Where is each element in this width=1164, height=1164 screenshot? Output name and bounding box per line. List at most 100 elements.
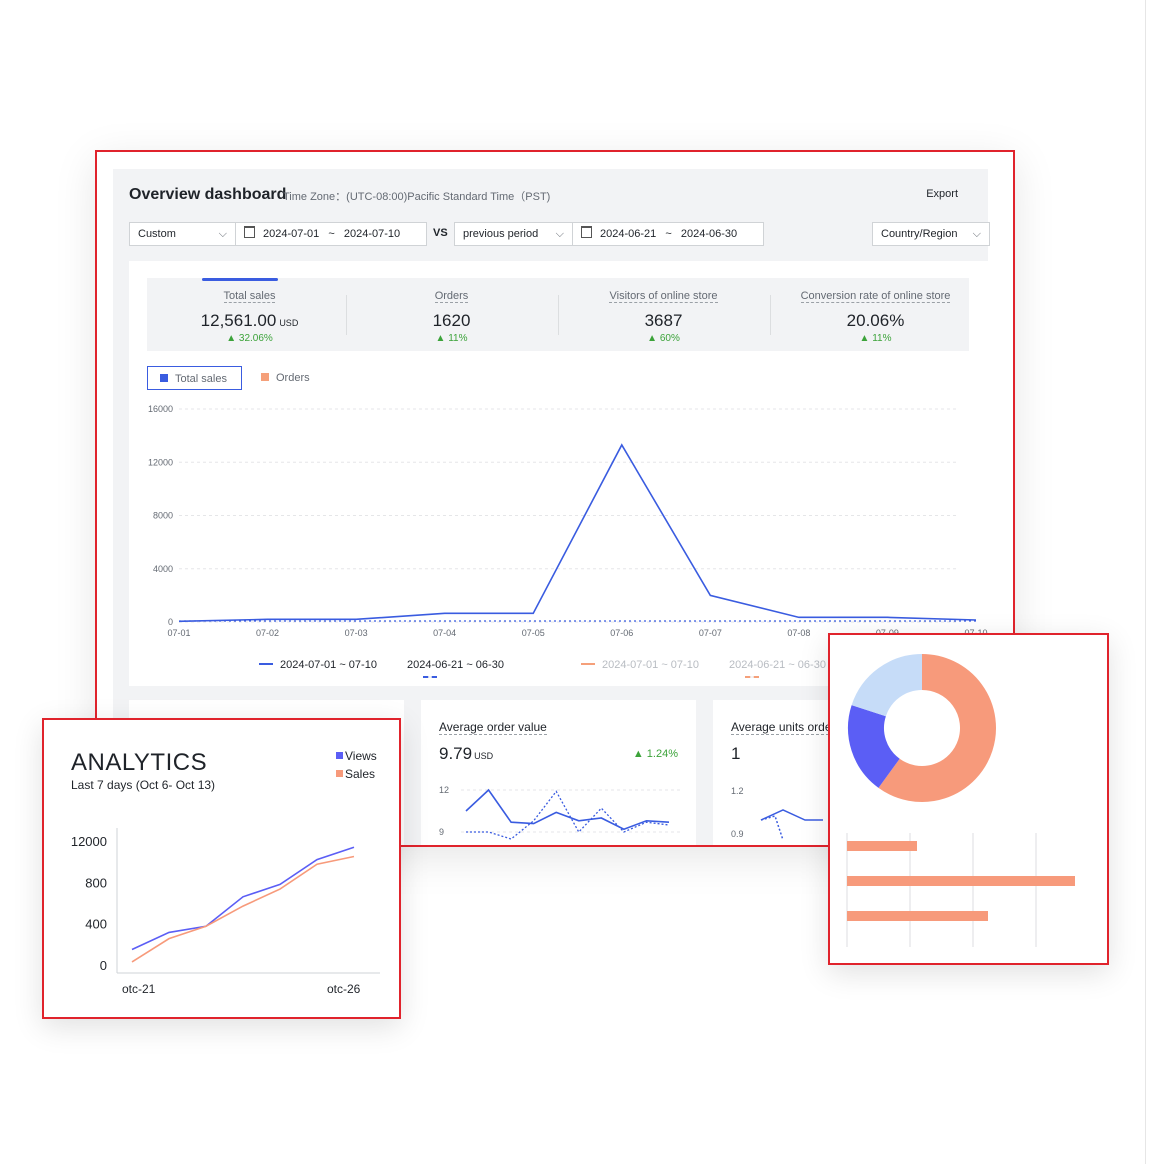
donut-slice xyxy=(851,654,923,718)
donut-chart-card xyxy=(828,633,1109,965)
compare-date-picker[interactable]: 2024-06-21 ~ 2024-06-30 xyxy=(572,222,764,246)
y-tick-label: 16000 xyxy=(148,404,173,414)
series-line-current xyxy=(465,788,670,831)
chevron-down-icon: ⌵ xyxy=(555,228,564,240)
kpi-strip: Total sales 12,561.00 USD ▲ 32.06% Orders… xyxy=(147,278,969,351)
bar xyxy=(847,876,1075,886)
x-tick-label: 07-01 xyxy=(167,628,190,638)
units-line xyxy=(760,809,823,821)
sales-line xyxy=(131,855,355,963)
orange-square-icon xyxy=(261,373,269,381)
kpi-value: 12,561.00 xyxy=(200,311,277,330)
calendar-icon xyxy=(244,226,255,238)
dashed-line-icon xyxy=(423,676,437,678)
compare-type-select[interactable]: previous period ⌵ xyxy=(454,222,573,246)
x-tick-label: 07-04 xyxy=(433,628,456,638)
sales-panel: Total sales 12,561.00 USD ▲ 32.06% Orders… xyxy=(129,261,989,686)
dashed-line-icon xyxy=(745,676,759,678)
series-line-previous xyxy=(466,790,670,840)
kpi-conversion-rate[interactable]: Conversion rate of online store 20.06% ▲… xyxy=(773,278,978,351)
legend-label: 2024-06-21 ~ 06-30 xyxy=(729,659,826,671)
timezone-label: Time Zone：(UTC-08:00)Pacific Standard Ti… xyxy=(283,191,551,203)
calendar-icon xyxy=(581,226,592,238)
legend-label: 2024-07-01 ~ 07-10 xyxy=(602,659,699,671)
compare-start: 2024-06-21 xyxy=(600,228,657,240)
kpi-total-sales[interactable]: Total sales 12,561.00 USD ▲ 32.06% xyxy=(147,278,352,351)
chevron-down-icon: ⌵ xyxy=(218,228,227,240)
mini-card-value: 1 xyxy=(731,744,741,763)
blue-square-icon xyxy=(336,752,343,759)
kpi-delta: ▲ 60% xyxy=(647,333,680,344)
kpi-label: Total sales xyxy=(223,290,276,303)
date-separator: ~ xyxy=(328,228,335,240)
mini-card-value: 9.79 xyxy=(439,744,473,763)
donut-slice xyxy=(848,705,901,788)
legend-label: Views xyxy=(345,749,377,763)
kpi-label: Conversion rate of online store xyxy=(800,290,951,303)
vs-label: VS xyxy=(433,227,448,239)
solid-line-icon xyxy=(581,663,595,665)
kpi-unit: USD xyxy=(279,318,299,328)
tab-total-sales[interactable]: Total sales xyxy=(147,366,242,390)
export-button[interactable]: Export xyxy=(926,188,958,200)
y-tick-label: 4000 xyxy=(153,564,173,574)
y-tick-label: 12000 xyxy=(148,457,173,467)
x-tick-label: 07-07 xyxy=(699,628,722,638)
x-tick-label: 07-06 xyxy=(610,628,633,638)
analytics-title: ANALYTICS xyxy=(71,749,208,776)
page-edge-rule xyxy=(1145,0,1146,1164)
kpi-visitors[interactable]: Visitors of online store 3687 ▲ 60% xyxy=(561,278,766,351)
x-tick-label: 07-03 xyxy=(345,628,368,638)
mini-card-unit: USD xyxy=(474,751,494,761)
bar xyxy=(847,911,988,921)
date-range-picker[interactable]: 2024-07-01 ~ 2024-07-10 xyxy=(235,222,427,246)
kpi-divider xyxy=(346,295,347,335)
analytics-card: ANALYTICS Last 7 days (Oct 6- Oct 13) Vi… xyxy=(42,718,401,1019)
y-tick-label: 8000 xyxy=(153,511,173,521)
donut-chart xyxy=(848,654,996,802)
series-line-current xyxy=(178,443,977,623)
tab-label: Total sales xyxy=(175,373,227,385)
kpi-label: Visitors of online store xyxy=(609,290,718,303)
kpi-value: 20.06% xyxy=(846,311,905,330)
legend-label: 2024-06-21 ~ 06-30 xyxy=(407,659,504,671)
range-type-select[interactable]: Custom ⌵ xyxy=(129,222,236,246)
y-tick-label: 12000 xyxy=(71,834,107,849)
kpi-value: 3687 xyxy=(644,311,683,330)
kpi-value: 1620 xyxy=(432,311,471,330)
horizontal-bar-chart xyxy=(846,833,1075,947)
kpi-active-indicator xyxy=(202,278,278,281)
tab-orders[interactable]: Orders xyxy=(261,366,310,390)
date-start: 2024-07-01 xyxy=(263,228,320,240)
orange-square-icon xyxy=(336,770,343,777)
units-line-previous xyxy=(760,815,784,841)
analytics-line-chart: 0 400 800 12000 otc-21 otc-26 xyxy=(71,828,380,996)
legend-item-previous[interactable]: 2024-06-21 ~ 06-30 xyxy=(407,659,504,678)
compare-end: 2024-06-30 xyxy=(680,228,738,240)
chevron-down-icon: ⌵ xyxy=(972,228,981,240)
y-tick-label: 9 xyxy=(439,827,444,837)
date-separator: ~ xyxy=(665,228,672,240)
region-select[interactable]: Country/Region ⌵ xyxy=(872,222,990,246)
mini-card-aov: Average order value 9.79 USD ▲ 1.24% 12 9 xyxy=(421,700,696,845)
kpi-delta: ▲ 11% xyxy=(859,333,892,344)
page-title: Overview dashboard xyxy=(129,186,287,203)
kpi-label: Orders xyxy=(434,290,469,303)
legend-item-current[interactable]: 2024-07-01 ~ 07-10 xyxy=(259,659,377,671)
legend-item-orders-previous[interactable]: 2024-06-21 ~ 06-30 xyxy=(729,659,826,678)
y-tick-label: 12 xyxy=(439,785,449,795)
legend-label: 2024-07-01 ~ 07-10 xyxy=(280,659,377,671)
kpi-delta: ▲ 11% xyxy=(435,333,468,344)
legend-item-orders-current[interactable]: 2024-07-01 ~ 07-10 xyxy=(581,659,699,671)
kpi-divider xyxy=(770,295,771,335)
date-end: 2024-07-10 xyxy=(343,228,401,240)
bar xyxy=(847,841,917,851)
region-value: Country/Region xyxy=(881,228,958,240)
legend-label: Sales xyxy=(345,767,376,781)
kpi-delta: ▲ 32.06% xyxy=(226,333,273,344)
y-tick-label: 0 xyxy=(168,617,173,627)
y-tick-label: 400 xyxy=(85,917,107,932)
mini-card-delta: ▲ 1.24% xyxy=(632,748,678,760)
kpi-orders[interactable]: Orders 1620 ▲ 11% xyxy=(349,278,554,351)
analytics-subtitle: Last 7 days (Oct 6- Oct 13) xyxy=(71,778,216,792)
